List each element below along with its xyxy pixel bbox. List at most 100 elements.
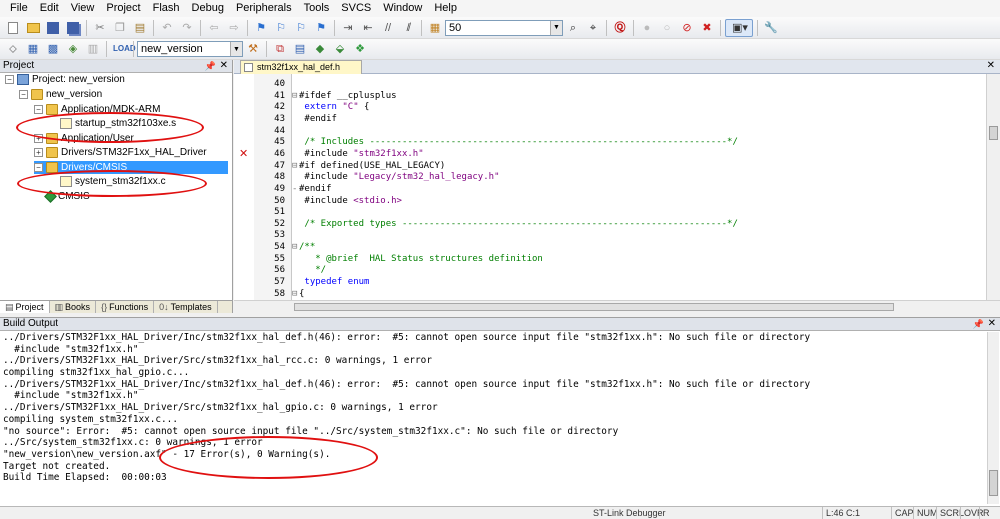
configure-button[interactable]: 🔧 [762,19,780,37]
redo-button[interactable]: ↷ [178,19,196,37]
tree-node[interactable]: CMSIS [34,190,94,203]
code-line[interactable]: ⊟{ [292,288,304,300]
code-line[interactable]: typedef enum [292,276,369,288]
menu-project[interactable]: Project [100,0,146,17]
disable-all-breakpoints-button[interactable]: ⊘ [678,19,696,37]
save-button[interactable] [44,19,62,37]
next-bookmark-button[interactable]: ⚐ [292,19,310,37]
translate-button[interactable]: ⬦ [4,40,22,58]
new-file-button[interactable] [4,19,22,37]
find-in-files-button[interactable]: ▦ [426,19,444,37]
expand-icon[interactable]: + [34,148,43,157]
fold-marker[interactable]: ⊟ [292,160,299,172]
expand-icon[interactable]: + [34,134,43,143]
code-line[interactable]: #include "stm32f1xx.h" [292,148,423,160]
rebuild-button[interactable]: ▩ [44,40,62,58]
code-area[interactable]: ✕ 40 41 42 43 44 45 46 47 48 49 50 51 52 53 54 55 56 57 58… [234,74,1000,313]
code-line[interactable]: extern "C" { [292,101,369,113]
tree-node[interactable]: + Application/User [34,132,138,145]
menu-svcs[interactable]: SVCS [335,0,377,17]
tree-node[interactable]: + Drivers/STM32F1xx_HAL_Driver [34,146,211,159]
prev-bookmark-button[interactable]: ⚐ [272,19,290,37]
nav-back-button[interactable]: ⇦ [205,19,223,37]
code-line[interactable]: #include <stdio.h> [292,195,402,207]
menu-peripherals[interactable]: Peripherals [230,0,298,17]
tree-node[interactable]: − Project: new_version [5,73,129,86]
menu-window[interactable]: Window [377,0,428,17]
fold-marker[interactable]: - [292,183,299,195]
menu-debug[interactable]: Debug [186,0,230,17]
editor-tab-stm32f1xx-hal-def[interactable]: stm32f1xx_hal_def.h [240,60,362,74]
code-line[interactable]: #endif [292,113,337,125]
code-line[interactable]: /* Exported types ----------------------… [292,218,738,230]
window-layout-button[interactable]: ▣▾ [725,18,753,37]
close-icon[interactable]: ✕ [220,60,228,72]
scroll-thumb[interactable] [989,470,998,496]
scroll-thumb[interactable] [294,303,894,311]
menu-view[interactable]: View [65,0,101,17]
collapse-icon[interactable]: − [34,163,43,172]
close-icon[interactable]: ✕ [988,318,996,330]
save-all-button[interactable] [64,19,82,37]
scroll-thumb[interactable] [989,126,998,140]
build-button[interactable]: ▦ [24,40,42,58]
tab-books[interactable]: ▥ Books [50,301,97,313]
code-line[interactable]: * @brief HAL Status structures definitio… [292,253,543,265]
uncomment-button[interactable]: /̸ [399,19,417,37]
kill-breakpoints-button[interactable]: ✖ [698,19,716,37]
batch-build-button[interactable]: ◈ [64,40,82,58]
manage-components-button[interactable]: ⧉ [271,40,289,58]
chevron-down-icon[interactable]: ▼ [550,20,562,35]
bookmark-button[interactable]: ⚑ [252,19,270,37]
tree-node[interactable]: − Drivers/CMSIS [34,161,228,174]
menu-edit[interactable]: Edit [34,0,65,17]
clear-bookmarks-button[interactable]: ⚑ [312,19,330,37]
tree-node[interactable]: startup_stm32f103xe.s [48,117,180,130]
close-icon[interactable]: ✕ [987,60,995,71]
chevron-down-icon[interactable]: ▼ [230,42,242,56]
debug-session-button[interactable]: Ⓠ [611,19,629,37]
menu-file[interactable]: File [4,0,34,17]
code-line[interactable]: #include "Legacy/stm32_hal_legacy.h" [292,171,499,183]
breakpoint-button[interactable]: ● [638,19,656,37]
select-packs-button[interactable]: ◆ [311,40,329,58]
build-output-scrollbar[interactable] [987,332,999,504]
unindent-button[interactable]: ⇤ [359,19,377,37]
code-line[interactable]: ⊟ #if defined(USE_HAL_LEGACY) [292,160,445,172]
disable-breakpoint-button[interactable]: ○ [658,19,676,37]
code-line[interactable]: /* Includes ----------------------------… [292,136,738,148]
fold-marker[interactable]: ⊟ [292,241,299,253]
collapse-icon[interactable]: − [19,90,28,99]
fold-marker[interactable]: ⊟ [292,90,299,102]
build-output-text[interactable]: ../Drivers/STM32F1xx_HAL_Driver/Inc/stm3… [3,332,983,502]
copy-button[interactable]: ❐ [111,19,129,37]
pack-installer-button[interactable]: ▤ [291,40,309,58]
incremental-find-button[interactable]: ⌖ [584,19,602,37]
code-line[interactable]: */ [292,264,326,276]
paste-button[interactable]: ▤ [131,19,149,37]
find-combo[interactable]: 50 ▼ [445,19,563,36]
pin-icon[interactable]: 📌 [973,318,984,330]
code-line[interactable]: ⊟ #ifdef __cplusplus [292,90,397,102]
collapse-icon[interactable]: − [5,75,14,84]
find-button[interactable]: ⌕ [564,19,582,37]
editor-gutter[interactable]: ✕ [234,74,254,313]
tree-node[interactable]: system_stm32f1xx.c [48,175,170,188]
download-button[interactable]: LOAD [111,40,136,58]
menu-tools[interactable]: Tools [298,0,336,17]
editor-vertical-scrollbar[interactable] [986,74,1000,300]
fold-marker[interactable]: ⊟ [292,288,299,300]
undo-button[interactable]: ↶ [158,19,176,37]
tab-templates[interactable]: 0↓ Templates [154,301,218,313]
code-line[interactable]: - #endif [292,183,332,195]
code-line[interactable] [292,206,299,218]
pin-icon[interactable]: 📌 [205,60,216,72]
collapse-icon[interactable]: − [34,105,43,114]
code-text[interactable]: ⊟ #ifdef __cplusplus extern "C" { #endif … [292,74,982,313]
software-packs-button[interactable]: ❖ [351,40,369,58]
tree-node[interactable]: − new_version [19,88,106,101]
tab-project[interactable]: ▤ Project [0,301,50,313]
target-select[interactable]: new_version ▼ [137,41,243,57]
open-button[interactable] [24,19,42,37]
indent-button[interactable]: ⇥ [339,19,357,37]
